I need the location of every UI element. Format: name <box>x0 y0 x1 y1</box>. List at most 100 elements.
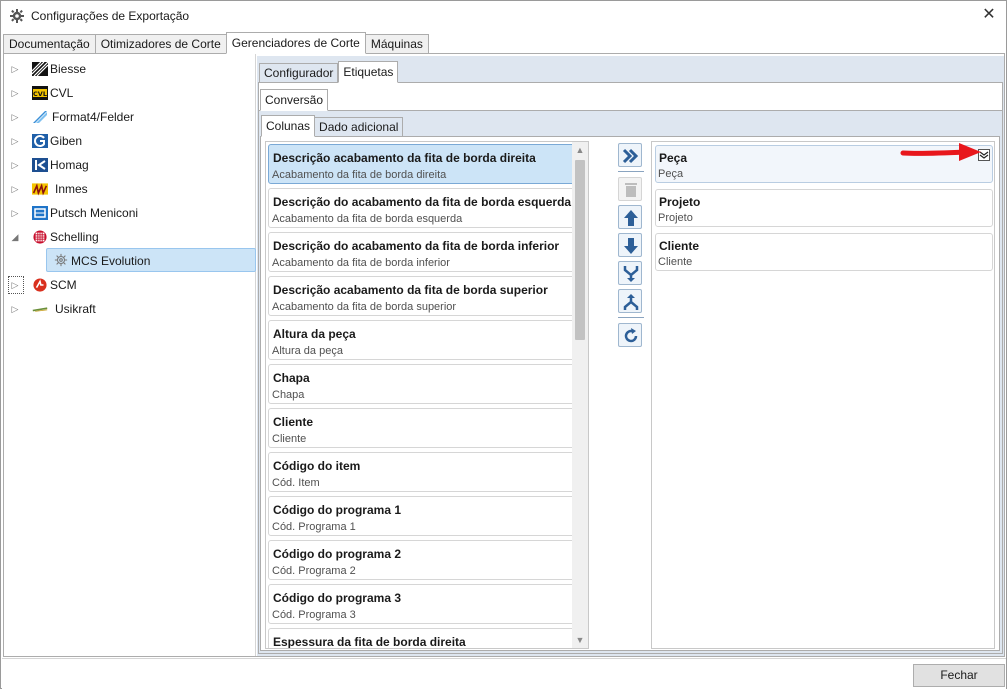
scroll-down-icon[interactable]: ▼ <box>572 632 588 648</box>
inmes-logo-icon <box>32 183 48 196</box>
expand-arrow-icon[interactable]: ▷ <box>10 280 20 290</box>
tree-item-schelling[interactable]: ◢ Schelling <box>4 226 256 248</box>
list-item[interactable]: Projeto Projeto <box>655 189 993 227</box>
item-title: Descrição acabamento da fita de borda di… <box>273 151 536 165</box>
expand-arrow-icon[interactable]: ▷ <box>10 64 20 74</box>
item-title: Espessura da fita de borda direita <box>273 635 466 649</box>
item-subtitle: Cód. Programa 3 <box>272 609 356 621</box>
colunas-panel: Descrição acabamento da fita de borda di… <box>260 136 1000 651</box>
tree-item-cvl[interactable]: ▷ CVL CVL <box>4 82 256 104</box>
tree-item-homag[interactable]: ▷ Homag <box>4 154 256 176</box>
refresh-icon <box>624 328 638 343</box>
tree-item-label: Putsch Meniconi <box>50 206 139 220</box>
format4-logo-icon <box>33 111 47 123</box>
item-title: Chapa <box>273 371 310 385</box>
list-item[interactable]: Cliente Cliente <box>655 233 993 271</box>
column-tab-strip: Colunas Dado adicional <box>261 115 404 137</box>
list-item[interactable]: Código do programa 3 Cód. Programa 3 <box>268 584 588 624</box>
close-button[interactable]: Fechar <box>913 664 1005 687</box>
selected-columns-list[interactable]: Peça Peça Projeto Projeto Cliente Client… <box>651 141 995 649</box>
move-down-button[interactable] <box>618 233 642 257</box>
refresh-button[interactable] <box>618 323 642 347</box>
list-item[interactable]: Chapa Chapa <box>268 364 588 404</box>
expand-arrow-icon[interactable]: ▷ <box>10 160 20 170</box>
add-all-button[interactable] <box>618 143 642 167</box>
move-down-icon <box>624 238 638 254</box>
expand-arrow-icon[interactable]: ▷ <box>10 208 20 218</box>
list-item[interactable]: Espessura da fita de borda direita <box>268 628 588 649</box>
column-toolbar <box>618 143 644 373</box>
expand-arrow-icon[interactable]: ▷ <box>10 304 20 314</box>
toolbar-separator <box>618 171 644 173</box>
scroll-up-icon[interactable]: ▲ <box>572 142 588 158</box>
item-subtitle: Cód. Item <box>272 477 320 489</box>
item-subtitle: Projeto <box>658 212 693 224</box>
export-settings-window: Configurações de Exportação ✕ Documentaç… <box>0 0 1007 689</box>
expand-arrow-icon[interactable]: ▷ <box>10 136 20 146</box>
conversao-panel: Colunas Dado adicional Descrição acabame… <box>259 110 1002 653</box>
item-subtitle: Chapa <box>272 389 305 401</box>
tree-item-giben[interactable]: ▷ Giben <box>4 130 256 152</box>
item-title: Altura da peça <box>273 327 356 341</box>
expand-arrow-icon[interactable]: ▷ <box>10 112 20 122</box>
list-item[interactable]: Descrição acabamento da fita de borda su… <box>268 276 588 316</box>
delete-button[interactable] <box>618 177 642 201</box>
item-subtitle: Acabamento da fita de borda superior <box>272 301 457 313</box>
tab-otimizadores-de-corte[interactable]: Otimizadores de Corte <box>94 34 226 54</box>
tree-item-mcs-evolution[interactable]: MCS Evolution <box>46 248 256 272</box>
tree-item-label: SCM <box>50 278 77 292</box>
merge-button[interactable] <box>618 261 642 285</box>
toolbar-separator <box>618 317 644 319</box>
close-window-button[interactable]: ✕ <box>978 5 1000 27</box>
tab-etiquetas[interactable]: Etiquetas <box>338 61 399 83</box>
item-subtitle: Acabamento da fita de borda esquerda <box>272 213 463 225</box>
expand-arrow-icon[interactable]: ▷ <box>10 184 20 194</box>
available-columns-list[interactable]: Descrição acabamento da fita de borda di… <box>265 141 589 649</box>
tab-configurador[interactable]: Configurador <box>259 63 339 83</box>
list-item[interactable]: Descrição do acabamento da fita de borda… <box>268 188 588 228</box>
list-item[interactable]: Código do item Cód. Item <box>268 452 588 492</box>
tab-gerenciadores-de-corte[interactable]: Gerenciadores de Corte <box>225 32 366 54</box>
item-subtitle: Peça <box>658 168 684 180</box>
scrollbar-thumb[interactable] <box>575 160 585 340</box>
list-item[interactable]: Código do programa 2 Cód. Programa 2 <box>268 540 588 580</box>
item-title: Descrição do acabamento da fita de borda… <box>273 195 572 209</box>
tree-item-format4[interactable]: ▷ Format4/Felder <box>4 106 256 128</box>
split-button[interactable] <box>618 289 642 313</box>
tree-item-usikraft[interactable]: ▷ Usikraft <box>4 298 256 320</box>
main-panel: ▷ Biesse ▷ CVL CVL ▷ Format4/Felder ▷ Gi… <box>3 53 1005 657</box>
tree-item-label: Biesse <box>50 62 87 76</box>
tab-colunas[interactable]: Colunas <box>261 115 316 137</box>
etiquetas-panel: Conversão Colunas Dado adicional Descriç… <box>258 82 1003 654</box>
vertical-scrollbar[interactable]: ▲ ▼ <box>572 142 588 648</box>
tree-item-putsch-meniconi[interactable]: ▷ Putsch Meniconi <box>4 202 256 224</box>
giben-logo-icon <box>32 134 48 148</box>
move-up-button[interactable] <box>618 205 642 229</box>
tab-documentacao[interactable]: Documentação <box>3 34 95 54</box>
list-item[interactable]: Descrição do acabamento da fita de borda… <box>268 232 588 272</box>
tab-conversao[interactable]: Conversão <box>260 89 329 111</box>
tree-item-biesse[interactable]: ▷ Biesse <box>4 58 256 80</box>
tree-item-label: Giben <box>50 134 83 148</box>
list-item[interactable]: Descrição acabamento da fita de borda di… <box>268 144 588 184</box>
item-subtitle: Cliente <box>272 433 307 445</box>
collapse-arrow-icon[interactable]: ◢ <box>10 232 20 242</box>
tree-item-inmes[interactable]: ▷ Inmes <box>4 178 256 200</box>
usikraft-logo-icon <box>32 307 48 312</box>
tab-maquinas[interactable]: Máquinas <box>365 34 429 54</box>
putsch-logo-icon <box>32 206 48 220</box>
tree-item-label: CVL <box>50 86 74 100</box>
item-subtitle: Cliente <box>658 256 693 268</box>
list-item[interactable]: Cliente Cliente <box>268 408 588 448</box>
delete-icon <box>625 183 637 197</box>
gear-icon <box>54 253 68 267</box>
list-item[interactable]: Código do programa 1 Cód. Programa 1 <box>268 496 588 536</box>
tree-item-scm[interactable]: ▷ SCM <box>4 274 256 296</box>
tab-dado-adicional[interactable]: Dado adicional <box>315 117 404 137</box>
item-title: Código do programa 1 <box>273 503 402 517</box>
expand-arrow-icon[interactable]: ▷ <box>10 88 20 98</box>
item-title: Descrição acabamento da fita de borda su… <box>273 283 548 297</box>
list-item[interactable]: Altura da peça Altura da peça <box>268 320 588 360</box>
tree-item-label: MCS Evolution <box>71 254 151 268</box>
item-title: Projeto <box>659 195 701 209</box>
